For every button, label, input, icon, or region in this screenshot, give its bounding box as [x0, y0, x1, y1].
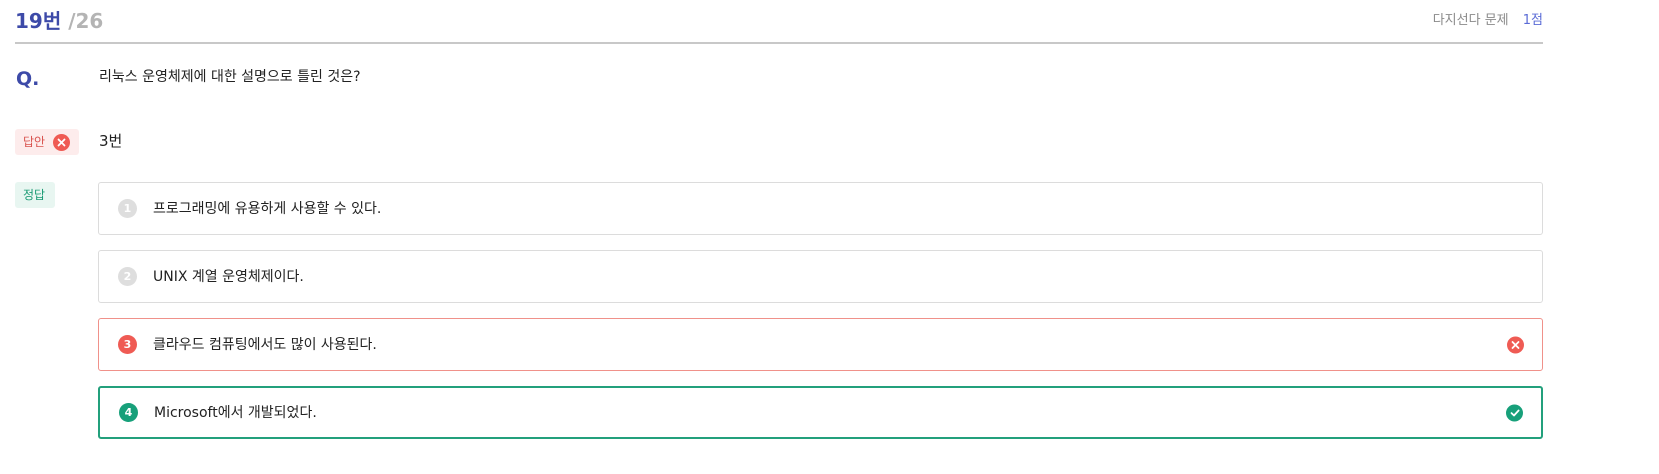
option-text: Microsoft에서 개발되었다.: [154, 404, 317, 421]
user-answer-label: 답안: [23, 135, 46, 149]
question-text: 리눅스 운영체제에 대한 설명으로 틀린 것은?: [99, 69, 361, 85]
wrong-status: [1507, 336, 1524, 353]
user-answer-value: 3번: [99, 132, 123, 150]
option-number: 1: [118, 199, 137, 218]
question-label: Q.: [16, 68, 40, 90]
option-number: 4: [119, 403, 138, 422]
x-circle-icon: [53, 133, 71, 151]
user-answer-badge: 답안: [15, 129, 79, 155]
option-text: 클라우드 컴퓨팅에서도 많이 사용된다.: [153, 336, 377, 353]
question-type: 다지선다 문제: [1432, 13, 1509, 28]
x-circle-icon: [1507, 336, 1524, 353]
correct-answer-badge: 정답: [15, 182, 55, 208]
question-header: 19번 /26 다지선다 문제 1점: [15, 0, 1543, 44]
option-2[interactable]: 2 UNIX 계열 운영체제이다.: [98, 250, 1543, 303]
option-1[interactable]: 1 프로그래밍에 유용하게 사용할 수 있다.: [98, 182, 1543, 235]
option-number: 3: [118, 335, 137, 354]
question-total: /26: [68, 9, 104, 33]
question-counter: 19번 /26: [15, 8, 103, 34]
question-points: 1점: [1522, 13, 1543, 28]
option-number: 2: [118, 267, 137, 286]
correct-answer-label: 정답: [23, 188, 46, 202]
question-number: 19번: [15, 9, 62, 33]
option-3[interactable]: 3 클라우드 컴퓨팅에서도 많이 사용된다.: [98, 318, 1543, 371]
option-text: 프로그래밍에 유용하게 사용할 수 있다.: [153, 200, 382, 217]
question-meta: 다지선다 문제 1점: [1433, 12, 1543, 30]
check-circle-icon: [1506, 404, 1523, 421]
option-4[interactable]: 4 Microsoft에서 개발되었다.: [98, 386, 1543, 439]
correct-status: [1506, 404, 1523, 421]
option-text: UNIX 계열 운영체제이다.: [153, 268, 304, 285]
